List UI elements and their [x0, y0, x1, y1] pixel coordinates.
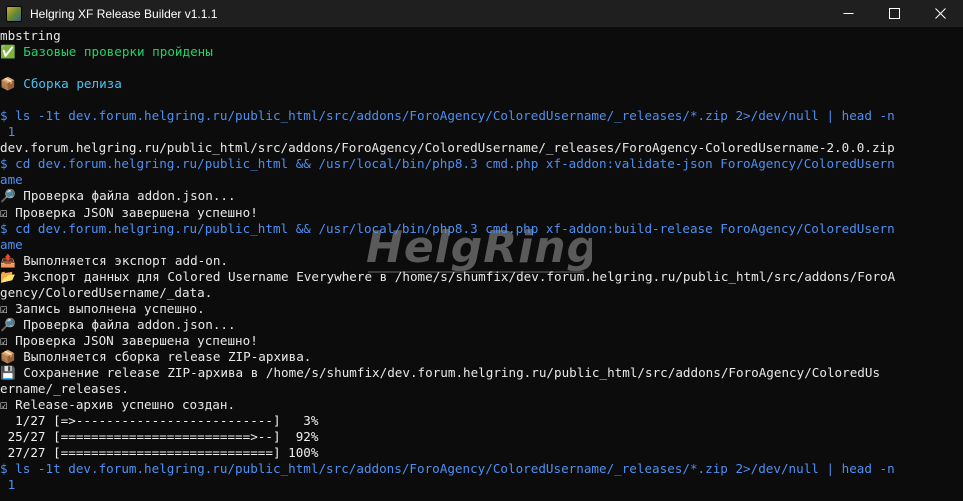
terminal-line: ame [0, 236, 23, 252]
terminal-line: $ cd dev.forum.helgring.ru/public_html &… [0, 156, 895, 172]
terminal-line: 📦 Выполняется сборка release ZIP-архива. [0, 348, 312, 364]
terminal-line: ☑ Запись выполнена успешно. [0, 300, 205, 316]
close-icon [934, 8, 946, 19]
terminal-line: $ cd dev.forum.helgring.ru/public_html &… [0, 220, 895, 236]
minimize-button[interactable] [825, 0, 871, 27]
terminal-line: 1 [0, 477, 16, 493]
terminal-line: 1 [0, 124, 16, 140]
terminal-window: Helgring XF Release Builder v1.1.1 HelgR… [0, 0, 963, 501]
title-bar[interactable]: Helgring XF Release Builder v1.1.1 [0, 0, 963, 27]
terminal-line: 💾 Сохранение release ZIP-архива в /home/… [0, 364, 881, 380]
terminal-line: $ ls -1t dev.forum.helgring.ru/public_ht… [0, 108, 895, 124]
window-title: Helgring XF Release Builder v1.1.1 [30, 6, 218, 21]
maximize-button[interactable] [871, 0, 917, 27]
terminal-line: dev.forum.helgring.ru/public_html/src/ad… [0, 140, 895, 156]
terminal-line: ername/_releases. [0, 381, 129, 397]
terminal-line: 25/27 [=========================>--] 92% [0, 429, 319, 445]
window-controls [825, 0, 963, 27]
minimize-icon [843, 13, 853, 14]
terminal-line: 📂 Экспорт данных для Colored Username Ev… [0, 268, 896, 284]
maximize-icon [888, 8, 900, 19]
terminal-line: $ ls -1t dev.forum.helgring.ru/public_ht… [0, 461, 895, 477]
terminal-line: 1/27 [=>--------------------------] 3% [0, 413, 319, 429]
terminal-line: 📤 Выполняется экспорт add-on. [0, 252, 228, 268]
terminal-output[interactable]: HelgRing mbstring ✅ Базовые проверки прой… [0, 28, 963, 501]
terminal-line: 27/27 [============================] 100… [0, 445, 319, 461]
terminal-lines: mbstring ✅ Базовые проверки пройдены 📦 Сбо… [0, 28, 963, 493]
terminal-line: ☑ Проверка JSON завершена успешно! [0, 204, 258, 220]
terminal-line: 📦 Сборка релиза [0, 76, 122, 92]
terminal-line: 🔎 Проверка файла addon.json... [0, 188, 236, 204]
terminal-line: ✅ Базовые проверки пройдены [0, 44, 213, 60]
app-icon [6, 5, 22, 22]
terminal-line: ame [0, 172, 23, 188]
close-button[interactable] [917, 0, 963, 27]
terminal-line: ☑ Release-архив успешно создан. [0, 397, 236, 413]
terminal-line: gency/ColoredUsername/_data. [0, 284, 213, 300]
terminal-line: 🔎 Проверка файла addon.json... [0, 316, 236, 332]
terminal-line: mbstring [0, 28, 61, 43]
terminal-line: ☑ Проверка JSON завершена успешно! [0, 332, 258, 348]
